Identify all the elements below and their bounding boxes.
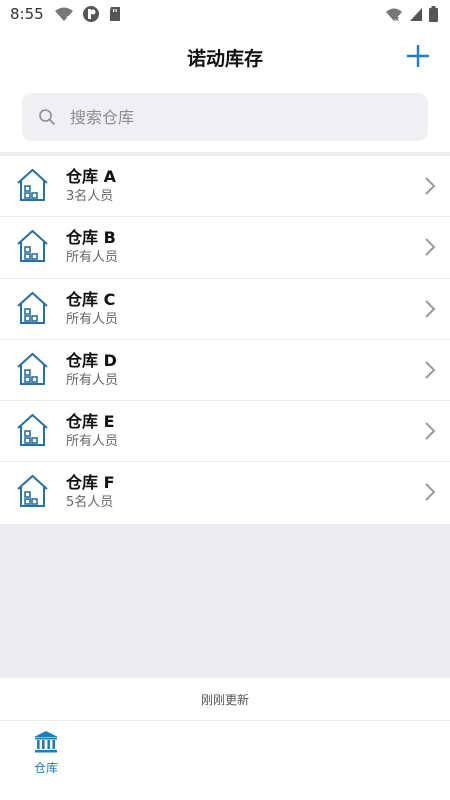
warehouse-icon: [17, 352, 48, 385]
refresh-status-text: 刚刚更新: [200, 692, 249, 707]
warehouse-list: 仓库 A 3名人员 仓库 B 所有人员 仓库 C 所有人员 仓库 D 所有人员 …: [0, 156, 450, 524]
status-bar: 8:55 ? x: [0, 0, 450, 28]
warehouse-name: 仓库 C: [66, 289, 116, 309]
bank-icon: [34, 731, 58, 753]
warehouse-name: 仓库 F: [66, 473, 115, 493]
warehouse-name: 仓库 B: [66, 228, 116, 248]
warehouse-members: 5名人员: [66, 495, 114, 511]
item-text: 仓库 F 5名人员: [66, 472, 115, 512]
battery-icon: [429, 6, 438, 22]
signal-icon: [410, 7, 422, 21]
list-item[interactable]: 仓库 D 所有人员: [0, 339, 450, 402]
item-text: 仓库 D 所有人员: [66, 350, 118, 390]
chevron-right-icon: [425, 177, 436, 195]
list-item[interactable]: 仓库 C 所有人员: [0, 278, 450, 340]
tab-label: 仓库: [33, 761, 58, 775]
status-left-icons: ?: [54, 5, 122, 23]
chevron-right-icon: [425, 299, 436, 318]
warehouse-icon: [17, 168, 48, 201]
status-right-icons: x: [385, 6, 438, 22]
search-icon: [39, 109, 56, 126]
warehouse-icon: [17, 475, 48, 508]
warehouse-members: 所有人员: [66, 372, 119, 388]
warehouse-name: 仓库 E: [66, 412, 115, 432]
refresh-status: 刚刚更新: [0, 678, 450, 720]
search-box[interactable]: [22, 93, 428, 141]
warehouse-members: 所有人员: [66, 250, 119, 266]
list-item[interactable]: 仓库 F 5名人员: [0, 462, 450, 524]
search-input[interactable]: [70, 107, 390, 127]
item-text: 仓库 B 所有人员: [66, 227, 118, 267]
chevron-right-icon: [425, 361, 436, 379]
warehouse-icon: [17, 413, 48, 447]
status-time: 8:55: [10, 5, 44, 23]
item-text: 仓库 C 所有人员: [66, 289, 118, 329]
warehouse-name: 仓库 D: [66, 350, 117, 370]
list-item[interactable]: 仓库 B 所有人员: [0, 217, 450, 279]
wifi-question-icon: ?: [54, 7, 73, 22]
warehouse-name: 仓库 A: [66, 167, 116, 186]
chevron-right-icon: [425, 422, 436, 440]
warehouse-members: 所有人员: [66, 434, 119, 450]
empty-area: [0, 524, 450, 678]
list-item[interactable]: 仓库 A 3名人员: [0, 156, 450, 218]
warehouse-icon: [17, 229, 48, 263]
chevron-right-icon: [425, 483, 436, 502]
item-text: 仓库 E 所有人员: [66, 411, 118, 451]
plus-icon[interactable]: [404, 42, 432, 70]
tab-bar: 仓库: [0, 720, 450, 800]
app-header: 诺动库存: [0, 28, 450, 86]
sd-card-icon: [109, 7, 120, 21]
chevron-right-icon: [425, 238, 436, 257]
svg-text:?: ?: [66, 15, 70, 22]
item-text: 仓库 A 3名人员: [66, 166, 116, 206]
warehouse-members: 所有人员: [66, 311, 119, 327]
tab-warehouses[interactable]: 仓库: [22, 729, 70, 781]
wifi-x-icon: x: [386, 8, 402, 22]
page-title: 诺动库存: [186, 47, 263, 70]
svg-text:x: x: [395, 15, 399, 22]
warehouse-members: 3名人员: [66, 189, 114, 204]
list-item[interactable]: 仓库 E 所有人员: [0, 401, 450, 463]
warehouse-icon: [17, 291, 48, 324]
app-notification-icon: [82, 6, 99, 22]
